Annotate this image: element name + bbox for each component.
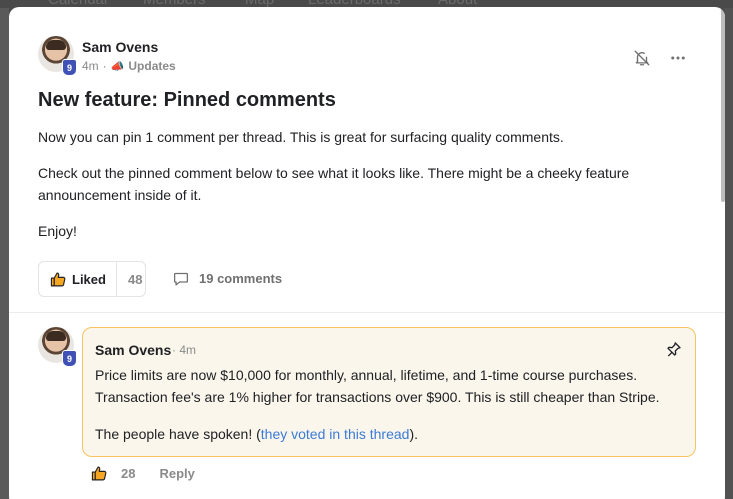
commenter-level-badge: 9 (62, 350, 77, 367)
like-count[interactable]: 48 (128, 272, 142, 287)
pin-icon (667, 342, 681, 357)
post-body: Now you can pin 1 comment per thread. Th… (38, 126, 678, 256)
like-button[interactable]: Liked 48 (38, 261, 146, 297)
comments-count-label: 19 comments (199, 271, 283, 286)
post-paragraph: Check out the pinned comment below to se… (38, 165, 630, 203)
post-paragraph: Enjoy! (38, 223, 77, 239)
post-category[interactable]: Updates (128, 59, 175, 73)
post-author-name[interactable]: Sam Ovens (82, 39, 158, 55)
post-title: New feature: Pinned comments (38, 89, 336, 111)
thumbs-up-icon (91, 466, 107, 481)
post-meta: 4m · 📣 Updates (82, 59, 176, 73)
comment-body: Price limits are now $10,000 for monthly… (95, 364, 685, 460)
backdrop-left-edge (0, 8, 9, 499)
voted-thread-link[interactable]: they voted in this thread (261, 426, 410, 442)
backdrop-right-edge (724, 8, 733, 499)
section-divider (9, 312, 725, 313)
comment-author-name[interactable]: Sam Ovens (95, 342, 171, 358)
reply-button[interactable]: Reply (159, 466, 194, 481)
comment-text-after-link: ). (409, 426, 418, 442)
comment-like-count[interactable]: 28 (121, 466, 135, 481)
post-time: 4m (82, 59, 99, 73)
comment-paragraph: Price limits are now $10,000 for monthly… (95, 367, 660, 405)
megaphone-icon: 📣 (110, 60, 125, 73)
comment-bubble-icon (173, 272, 189, 286)
more-horizontal-icon (671, 56, 685, 60)
meta-separator: · (102, 59, 107, 73)
pin-button[interactable] (665, 340, 683, 358)
thumbs-up-icon (50, 271, 67, 288)
comment-text-before-link: The people have spoken! ( (95, 426, 261, 442)
comment-like-button[interactable] (91, 465, 108, 482)
mute-notifications-button[interactable] (631, 47, 653, 69)
like-divider (115, 261, 117, 297)
comment-time: · 4m (172, 343, 196, 357)
like-label: Liked (72, 271, 106, 287)
scrollbar[interactable] (721, 7, 725, 202)
comment-actions: 28 Reply (91, 465, 195, 482)
pinned-comment: Sam Ovens · 4m Price limits are now $10,… (82, 327, 696, 457)
comments-count-link[interactable]: 19 comments (172, 270, 282, 287)
post-modal: 9 Sam Ovens 4m · 📣 Updates New feature: … (9, 7, 725, 499)
author-level-badge: 9 (62, 59, 77, 76)
bell-off-icon (634, 50, 650, 66)
comment-paragraph: The people have spoken! (they voted in t… (95, 423, 685, 445)
more-options-button[interactable] (667, 47, 689, 69)
post-paragraph: Now you can pin 1 comment per thread. Th… (38, 129, 564, 145)
